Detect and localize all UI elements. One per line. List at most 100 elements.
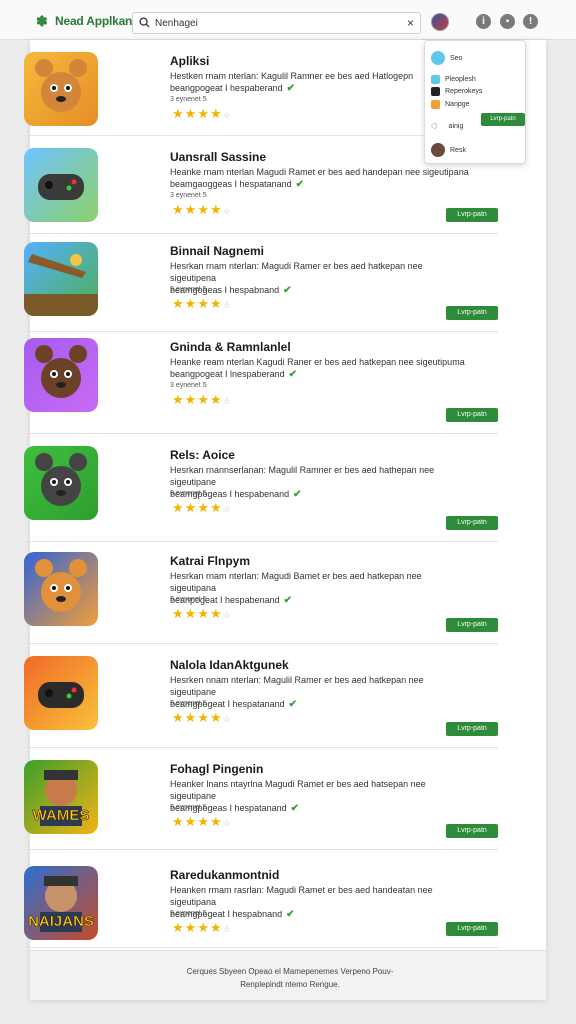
get-button[interactable]: Lvrp-patn <box>446 516 498 530</box>
app-card[interactable]: Rels: Aoice Hesrkan rnannserlanan: Magul… <box>24 436 498 542</box>
app-icon <box>431 100 440 109</box>
star-icon: ★ <box>184 606 198 621</box>
app-description: Heanke ream nterlan Kagudi Raner er bes … <box>170 357 465 380</box>
star-icon: ★ <box>209 814 223 829</box>
app-icon[interactable]: NAIJANS <box>24 866 98 940</box>
check-icon: ✔ <box>286 83 295 94</box>
info-icon[interactable]: i <box>476 14 491 29</box>
top-bar: ✽ Nead Applkan × i ▪ ! <box>0 0 576 40</box>
star-icon: ★ <box>197 106 210 121</box>
star-empty-icon: ☆ <box>222 818 232 828</box>
chat-icon: ◌ <box>431 120 438 132</box>
app-title[interactable]: Fohagl Pingenin <box>170 762 263 776</box>
star-icon: ★ <box>184 106 198 121</box>
get-button[interactable]: Lvrp-patn <box>446 306 498 320</box>
get-button[interactable]: Lvrp-patn <box>446 824 498 838</box>
icon-text: WAMES <box>32 807 90 825</box>
alert-icon[interactable]: ! <box>523 14 538 29</box>
check-icon: ✔ <box>293 489 302 500</box>
app-icon[interactable]: WAMES <box>24 760 98 834</box>
dropdown-item[interactable]: Nanpge <box>431 100 470 109</box>
app-card[interactable]: Gninda & Ramnlanlel Heanke ream nterlan … <box>24 334 498 434</box>
app-card[interactable]: Nalola IdanAktgunek Hesrken nnam nterlan… <box>24 646 498 748</box>
star-icon: ★ <box>172 920 185 935</box>
dropdown-item[interactable]: Reperokeys <box>431 87 482 96</box>
star-icon: ★ <box>172 500 185 515</box>
app-title[interactable]: Apliksi <box>170 54 209 68</box>
get-button[interactable]: Lvrp-patn <box>446 722 498 736</box>
star-icon: ★ <box>184 920 198 935</box>
app-meta: 3 eynenet 5 <box>170 700 207 707</box>
account-dropdown: Seo Pleoplesh Reperokeys Nanpge ◌ ainig L… <box>424 40 526 164</box>
app-card[interactable]: Binnail Nagnemi Hesrkan rnam nterlan: Ma… <box>24 236 498 332</box>
app-card[interactable]: NAIJANS Raredukanmontnid Heanken rmam ra… <box>24 852 498 948</box>
star-icon: ★ <box>209 202 223 217</box>
app-description: Hesrkan rnam nterlan: Magudi Ramer er be… <box>170 261 423 296</box>
app-icon[interactable] <box>24 242 98 316</box>
dropdown-item[interactable]: Seo <box>431 51 462 65</box>
app-icon <box>431 75 440 84</box>
footer: Cerques Sbyeen Opeao el Mamepenemes Verp… <box>30 950 546 1000</box>
get-button[interactable]: Lvrp-patn <box>446 408 498 422</box>
app-icon[interactable] <box>24 148 98 222</box>
search-bar: × <box>132 12 421 34</box>
dropdown-item[interactable]: ◌ ainig <box>431 120 463 132</box>
app-icon[interactable] <box>24 338 98 412</box>
app-icon[interactable] <box>24 552 98 626</box>
app-title[interactable]: Gninda & Ramnlanlel <box>170 340 291 354</box>
app-meta: 3 eynenet 5 <box>170 596 207 603</box>
app-meta: 3 eynenet 5 <box>170 286 207 293</box>
get-button[interactable]: Lvrp-patn <box>446 922 498 936</box>
get-button[interactable]: Lvrp-patn <box>446 208 498 222</box>
get-button[interactable]: Lvrp-patn <box>481 113 525 126</box>
star-icon: ★ <box>197 606 210 621</box>
app-title[interactable]: Katrai Flnpym <box>170 554 250 568</box>
app-icon[interactable] <box>24 656 98 730</box>
app-description: Hesrken nnam nterlan: Magulil Ramer er b… <box>170 675 424 710</box>
dropdown-item[interactable]: Pleoplesh <box>431 75 476 84</box>
app-meta: 3 eynenet 5 <box>170 910 207 917</box>
dropdown-item[interactable]: Resk <box>431 143 466 157</box>
app-title[interactable]: Rels: Aoice <box>170 448 235 462</box>
star-empty-icon: ☆ <box>222 610 232 620</box>
gear-leaf-icon: ✽ <box>36 13 48 29</box>
star-empty-icon: ☆ <box>222 300 232 310</box>
app-title[interactable]: Nalola IdanAktgunek <box>170 658 289 672</box>
avatar[interactable] <box>431 13 449 31</box>
app-card[interactable]: WAMES Fohagl Pingenin Heanker lnans ntay… <box>24 750 498 850</box>
star-empty-icon: ☆ <box>222 206 232 216</box>
app-icon <box>431 87 440 96</box>
star-empty-icon: ☆ <box>222 504 232 514</box>
rating-stars: ★★★★☆ <box>172 710 232 726</box>
app-title[interactable]: Binnail Nagnemi <box>170 244 264 258</box>
footer-line-2: Renplepindt ntemo Rengue. <box>240 980 340 989</box>
rating-stars: ★★★★☆ <box>172 202 232 218</box>
app-meta: 3 eynenet 5 <box>170 192 207 199</box>
app-description: Hesrkan rnam nterlan: Magudi Bamet er be… <box>170 571 422 606</box>
search-input[interactable] <box>155 15 395 32</box>
app-icon[interactable] <box>24 52 98 126</box>
star-icon: ★ <box>209 392 223 407</box>
star-icon: ★ <box>197 710 210 725</box>
chat-icon[interactable]: ▪ <box>500 14 515 29</box>
get-button[interactable]: Lvrp-patn <box>446 618 498 632</box>
app-icon[interactable] <box>24 446 98 520</box>
brand[interactable]: ✽ Nead Applkan <box>36 14 132 28</box>
star-icon: ★ <box>209 606 223 621</box>
star-icon: ★ <box>197 814 210 829</box>
star-icon: ★ <box>184 710 198 725</box>
star-icon: ★ <box>184 296 198 311</box>
clear-icon[interactable]: × <box>407 16 414 30</box>
app-description: Heanker lnans ntayrlna Magudi Ramet er b… <box>170 779 426 814</box>
check-icon: ✔ <box>283 595 292 606</box>
app-title[interactable]: Uansrall Sassine <box>170 150 266 164</box>
avatar-icon <box>431 143 445 157</box>
star-icon: ★ <box>184 814 198 829</box>
star-icon: ★ <box>209 710 223 725</box>
app-meta: 3 eynenet 5 <box>170 96 207 103</box>
app-description: Hesrkan rnannserlanan: Magulil Ramner er… <box>170 465 435 500</box>
star-icon: ★ <box>209 106 223 121</box>
app-title[interactable]: Raredukanmontnid <box>170 868 279 882</box>
app-card[interactable]: Katrai Flnpym Hesrkan rnam nterlan: Magu… <box>24 544 498 644</box>
icon-text: NAIJANS <box>28 913 94 931</box>
